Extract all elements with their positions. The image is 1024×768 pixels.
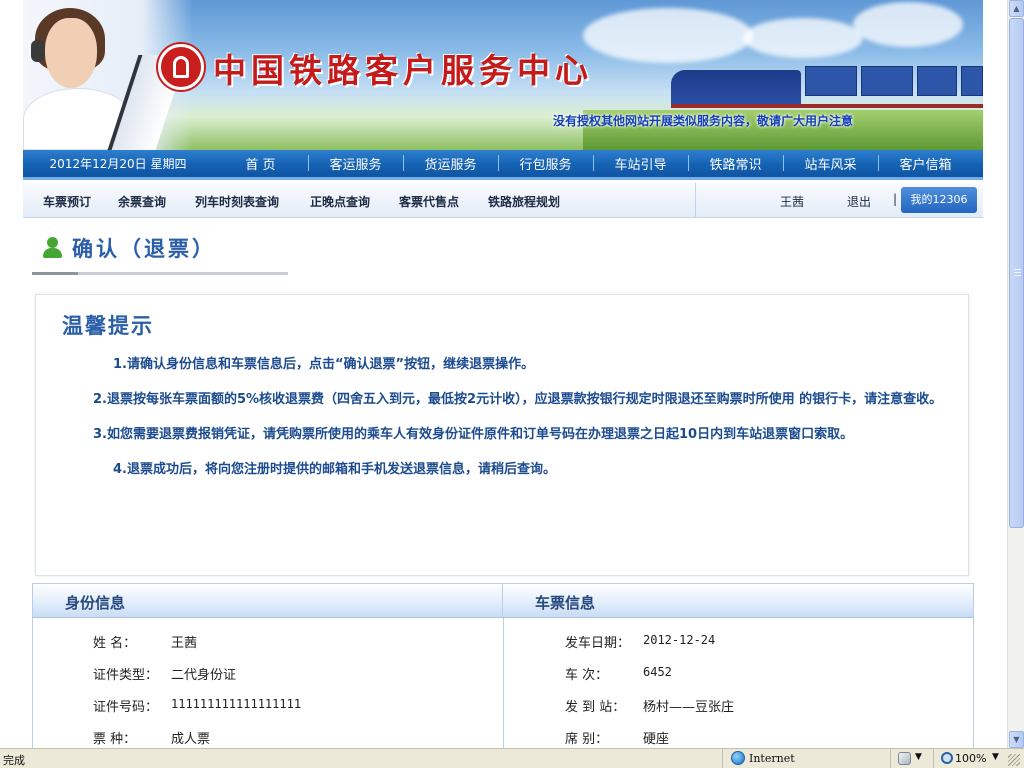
tip-item: 2.退票按每张车票面额的5%核收退票费（四舍五入到元，最低按2元计收），应退票款… bbox=[93, 392, 943, 407]
authorization-notice: 没有授权其他网站开展类似服务内容，敬请广大用户注意 bbox=[553, 114, 854, 128]
page-title: 确认（退票） bbox=[72, 237, 216, 261]
cloud-decoration bbox=[743, 18, 863, 58]
sub-nav: 车票预订 余票查询 列车时刻表查询 正晚点查询 客票代售点 铁路旅程规划 王茜 … bbox=[23, 183, 983, 218]
tip-item: 3.如您需要退票费报销凭证，请凭购票所使用的乘车人有效身份证件原件和订单号码在办… bbox=[93, 427, 854, 442]
train-illustration bbox=[671, 66, 983, 108]
scroll-down-icon[interactable]: ▼ bbox=[1009, 731, 1024, 748]
field-label: 票 种： bbox=[93, 732, 137, 747]
scroll-thumb[interactable] bbox=[1009, 18, 1024, 528]
user-name: 王茜 bbox=[780, 195, 805, 209]
nav-home[interactable]: 首 页 bbox=[213, 154, 308, 173]
my12306-button[interactable]: 我的12306 bbox=[901, 187, 977, 213]
id-type: 二代身份证 bbox=[171, 668, 237, 683]
identity-section-header: 身份信息 bbox=[33, 584, 503, 618]
panel-divider bbox=[503, 618, 504, 748]
subnav-trip-planner[interactable]: 铁路旅程规划 bbox=[488, 193, 560, 210]
tip-item: 1.请确认身份信息和车票信息后，点击“确认退票”按钮，继续退票操作。 bbox=[113, 357, 535, 372]
current-date: 2012年12月20日 星期四 bbox=[49, 157, 187, 171]
railway-logo-icon bbox=[158, 44, 204, 90]
separator: | bbox=[893, 192, 898, 206]
passenger-name: 王茜 bbox=[171, 636, 198, 651]
nav-parcel-service[interactable]: 行包服务 bbox=[498, 154, 593, 173]
status-divider bbox=[890, 749, 891, 768]
page-heading: 确认（退票） bbox=[42, 233, 216, 263]
subnav-ticket-booking[interactable]: 车票预订 bbox=[43, 193, 91, 210]
cloud-decoration bbox=[853, 2, 963, 47]
tips-box: 温馨提示 1.请确认身份信息和车票信息后，点击“确认退票”按钮，继续退票操作。 … bbox=[35, 294, 969, 576]
ticket-section-header: 车票信息 bbox=[503, 584, 973, 618]
tips-title: 温馨提示 bbox=[62, 314, 154, 338]
ticket-section-title: 车票信息 bbox=[535, 594, 596, 612]
seat-class: 硬座 bbox=[643, 732, 670, 747]
subnav-ticket-agents[interactable]: 客票代售点 bbox=[399, 193, 459, 210]
subnav-delay-query[interactable]: 正晚点查询 bbox=[310, 193, 370, 210]
subnav-divider bbox=[695, 183, 696, 218]
subnav-timetable[interactable]: 列车时刻表查询 bbox=[195, 193, 279, 210]
nav-customer-mailbox[interactable]: 客户信箱 bbox=[878, 154, 973, 173]
info-panel: 身份信息 车票信息 姓 名： 王茜 证件类型： 二代身份证 证件号码： 1111… bbox=[32, 583, 974, 748]
scroll-up-icon[interactable]: ▲ bbox=[1009, 0, 1024, 17]
id-number: 111111111111111111 bbox=[171, 697, 302, 711]
globe-icon bbox=[731, 751, 745, 765]
field-label: 姓 名： bbox=[93, 636, 137, 651]
field-label: 席 别： bbox=[565, 732, 609, 747]
resize-grip-icon[interactable] bbox=[1008, 754, 1020, 766]
chevron-down-icon[interactable]: ▼ bbox=[992, 752, 999, 762]
headset-icon bbox=[31, 40, 45, 62]
tip-item: 4.退票成功后，将向您注册时提供的邮箱和手机发送退票信息，请稍后查询。 bbox=[113, 462, 556, 477]
nav-freight-service[interactable]: 货运服务 bbox=[403, 154, 498, 173]
cloud-decoration bbox=[583, 8, 753, 63]
field-label: 发车日期： bbox=[565, 636, 631, 651]
train-number: 6452 bbox=[643, 665, 672, 679]
field-label: 发 到 站： bbox=[565, 700, 626, 715]
site-banner: 中国铁路客户服务中心 没有授权其他网站开展类似服务内容，敬请广大用户注意 bbox=[23, 0, 983, 150]
heading-underline bbox=[32, 272, 288, 275]
identity-section-title: 身份信息 bbox=[65, 594, 126, 612]
nav-station-showcase[interactable]: 站车风采 bbox=[783, 154, 878, 173]
zoom-icon[interactable] bbox=[941, 752, 953, 764]
nav-station-guide[interactable]: 车站引导 bbox=[593, 154, 688, 173]
nav-railway-knowledge[interactable]: 铁路常识 bbox=[688, 154, 783, 173]
field-label: 车 次： bbox=[565, 668, 609, 683]
field-label: 证件号码： bbox=[93, 700, 159, 715]
nav-passenger-service[interactable]: 客运服务 bbox=[308, 154, 403, 173]
main-nav: 2012年12月20日 星期四 首 页 客运服务 货运服务 行包服务 车站引导 … bbox=[23, 150, 983, 180]
tips-list: 1.请确认身份信息和车票信息后，点击“确认退票”按钮，继续退票操作。 2.退票按… bbox=[93, 347, 959, 487]
site-title: 中国铁路客户服务中心 bbox=[213, 51, 593, 90]
field-label: 证件类型： bbox=[93, 668, 159, 683]
chevron-down-icon[interactable]: ▼ bbox=[915, 752, 922, 762]
protected-mode-icon[interactable] bbox=[898, 752, 911, 765]
browser-viewport: 中国铁路客户服务中心 没有授权其他网站开展类似服务内容，敬请广大用户注意 201… bbox=[0, 0, 1007, 748]
status-bar: 完成 Internet ▼ 100% ▼ bbox=[0, 748, 1024, 768]
user-icon bbox=[42, 237, 62, 259]
status-divider bbox=[722, 749, 723, 768]
ticket-type: 成人票 bbox=[171, 732, 211, 747]
logout-link[interactable]: 退出 bbox=[847, 193, 871, 210]
departure-date: 2012-12-24 bbox=[643, 633, 716, 647]
security-zone: Internet bbox=[749, 752, 795, 765]
subnav-remaining-tickets[interactable]: 余票查询 bbox=[118, 193, 166, 210]
vertical-scrollbar[interactable]: ▲ ▼ bbox=[1007, 0, 1024, 748]
zoom-level[interactable]: 100% bbox=[955, 752, 986, 765]
status-text: 完成 bbox=[3, 754, 25, 767]
status-divider bbox=[933, 749, 934, 768]
route-stations: 杨村——豆张庄 bbox=[643, 700, 735, 715]
